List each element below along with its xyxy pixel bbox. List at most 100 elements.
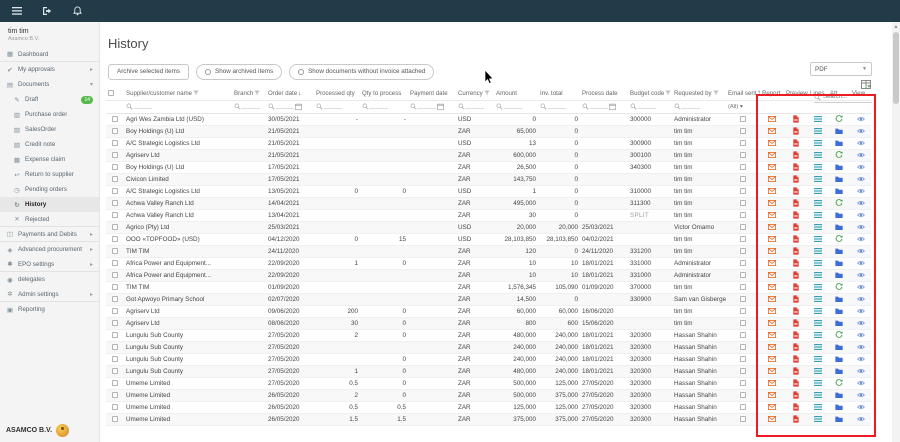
cell-report-button[interactable] bbox=[760, 233, 784, 245]
row-checkbox[interactable] bbox=[112, 224, 118, 230]
cell-select[interactable] bbox=[106, 413, 124, 425]
row-checkbox[interactable] bbox=[112, 128, 118, 134]
cell-select[interactable] bbox=[106, 341, 124, 353]
cell-lines-button[interactable] bbox=[808, 281, 828, 293]
cell-preview-button[interactable] bbox=[784, 377, 808, 389]
cell-preview-button[interactable] bbox=[784, 221, 808, 233]
cell-attachment-button[interactable] bbox=[828, 401, 850, 413]
cell-lines-button[interactable] bbox=[808, 305, 828, 317]
cell-report-button[interactable] bbox=[760, 305, 784, 317]
cell-preview-button[interactable] bbox=[784, 401, 808, 413]
menu-icon[interactable] bbox=[10, 4, 24, 18]
row-checkbox[interactable] bbox=[112, 212, 118, 218]
cell-email-sent[interactable] bbox=[726, 317, 760, 329]
calendar-icon[interactable] bbox=[295, 103, 302, 110]
cell-view-button[interactable] bbox=[850, 365, 871, 377]
cell-report-button[interactable] bbox=[760, 149, 784, 161]
cell-lines-button[interactable] bbox=[808, 125, 828, 137]
column-header-preview[interactable]: Preview bbox=[784, 87, 808, 100]
filter-cell-currency[interactable] bbox=[456, 100, 494, 113]
cell-select[interactable] bbox=[106, 197, 124, 209]
sidebar-item-reporting[interactable]: ▣Reporting bbox=[0, 302, 99, 317]
sidebar-item-purchase-order[interactable]: ▥Purchase order bbox=[0, 107, 99, 122]
cell-select[interactable] bbox=[106, 173, 124, 185]
cell-lines-button[interactable] bbox=[808, 293, 828, 305]
email-sent-checkbox[interactable] bbox=[740, 164, 746, 170]
column-header-branch[interactable]: Branch bbox=[232, 87, 266, 100]
cell-report-button[interactable] bbox=[760, 293, 784, 305]
cell-select[interactable] bbox=[106, 305, 124, 317]
export-format-select[interactable]: PDF ▼ bbox=[810, 62, 872, 76]
cell-report-button[interactable] bbox=[760, 245, 784, 257]
table-row[interactable]: Agriserv Ltd09/06/20202000ZAR60,00060,00… bbox=[106, 305, 871, 317]
cell-view-button[interactable] bbox=[850, 137, 871, 149]
row-checkbox[interactable] bbox=[112, 344, 118, 350]
cell-lines-button[interactable] bbox=[808, 233, 828, 245]
cell-preview-button[interactable] bbox=[784, 341, 808, 353]
radio-circle-icon[interactable] bbox=[298, 69, 304, 75]
cell-attachment-button[interactable] bbox=[828, 329, 850, 341]
cell-email-sent[interactable] bbox=[726, 257, 760, 269]
cell-attachment-button[interactable] bbox=[828, 269, 850, 281]
email-sent-checkbox[interactable] bbox=[740, 404, 746, 410]
table-row[interactable]: Achwa Valley Ranch Ltd13/04/2021ZAR300SP… bbox=[106, 209, 871, 221]
email-sent-checkbox[interactable] bbox=[740, 332, 746, 338]
cell-report-button[interactable] bbox=[760, 281, 784, 293]
cell-email-sent[interactable] bbox=[726, 197, 760, 209]
column-header-qty_to_process[interactable]: Qty to process bbox=[360, 87, 408, 100]
cell-report-button[interactable] bbox=[760, 185, 784, 197]
email-sent-checkbox[interactable] bbox=[740, 200, 746, 206]
table-row[interactable]: A/C Strategic Logistics Ltd21/05/2021USD… bbox=[106, 137, 871, 149]
email-sent-checkbox[interactable] bbox=[740, 308, 746, 314]
filter-cell-payment_date[interactable] bbox=[408, 100, 456, 113]
cell-report-button[interactable] bbox=[760, 257, 784, 269]
cell-select[interactable] bbox=[106, 149, 124, 161]
filter-funnel-icon[interactable] bbox=[665, 90, 671, 96]
cell-attachment-button[interactable] bbox=[828, 209, 850, 221]
cell-email-sent[interactable] bbox=[726, 149, 760, 161]
email-sent-checkbox[interactable] bbox=[740, 260, 746, 266]
cell-select[interactable] bbox=[106, 293, 124, 305]
table-row[interactable]: Boy Holdings (U) Ltd17/05/2021ZAR26,5000… bbox=[106, 161, 871, 173]
cell-report-button[interactable] bbox=[760, 329, 784, 341]
cell-lines-button[interactable] bbox=[808, 197, 828, 209]
cell-lines-button[interactable] bbox=[808, 317, 828, 329]
cell-select[interactable] bbox=[106, 209, 124, 221]
cell-select[interactable] bbox=[106, 401, 124, 413]
filter-cell-email_sent[interactable]: (All) ▾ bbox=[726, 100, 760, 113]
cell-preview-button[interactable] bbox=[784, 197, 808, 209]
cell-view-button[interactable] bbox=[850, 329, 871, 341]
sidebar-item-salesorder[interactable]: ▨SalesOrder bbox=[0, 122, 99, 137]
row-checkbox[interactable] bbox=[112, 176, 118, 182]
cell-lines-button[interactable] bbox=[808, 137, 828, 149]
cell-view-button[interactable] bbox=[850, 341, 871, 353]
cell-report-button[interactable] bbox=[760, 353, 784, 365]
sidebar-item-dashboard[interactable]: ▦Dashboard bbox=[0, 47, 99, 62]
email-sent-checkbox[interactable] bbox=[740, 116, 746, 122]
cell-email-sent[interactable] bbox=[726, 245, 760, 257]
table-row[interactable]: Lungulu Sub County27/05/202020ZAR480,000… bbox=[106, 329, 871, 341]
cell-attachment-button[interactable] bbox=[828, 281, 850, 293]
cell-preview-button[interactable] bbox=[784, 269, 808, 281]
filter-funnel-icon[interactable] bbox=[484, 90, 490, 96]
cell-email-sent[interactable] bbox=[726, 377, 760, 389]
sidebar-item-epo-settings[interactable]: ✱EPO settings▸ bbox=[0, 257, 99, 272]
cell-preview-button[interactable] bbox=[784, 293, 808, 305]
cell-preview-button[interactable] bbox=[784, 233, 808, 245]
cell-report-button[interactable] bbox=[760, 113, 784, 125]
email-sent-checkbox[interactable] bbox=[740, 356, 746, 362]
cell-attachment-button[interactable] bbox=[828, 173, 850, 185]
cell-select[interactable] bbox=[106, 221, 124, 233]
table-row[interactable]: Agriserv Ltd21/05/2021ZAR600,0000300100t… bbox=[106, 149, 871, 161]
cell-preview-button[interactable] bbox=[784, 185, 808, 197]
table-row[interactable]: Umeme Limited27/05/20200.50ZAR500,000125… bbox=[106, 377, 871, 389]
filter-cell-branch[interactable] bbox=[232, 100, 266, 113]
cell-email-sent[interactable] bbox=[726, 161, 760, 173]
cell-attachment-button[interactable] bbox=[828, 353, 850, 365]
cell-select[interactable] bbox=[106, 377, 124, 389]
calendar-icon[interactable] bbox=[609, 103, 616, 110]
table-row[interactable]: Lungulu Sub County27/05/20200ZAR240,0002… bbox=[106, 353, 871, 365]
email-sent-checkbox[interactable] bbox=[740, 176, 746, 182]
cell-report-button[interactable] bbox=[760, 209, 784, 221]
cell-lines-button[interactable] bbox=[808, 353, 828, 365]
